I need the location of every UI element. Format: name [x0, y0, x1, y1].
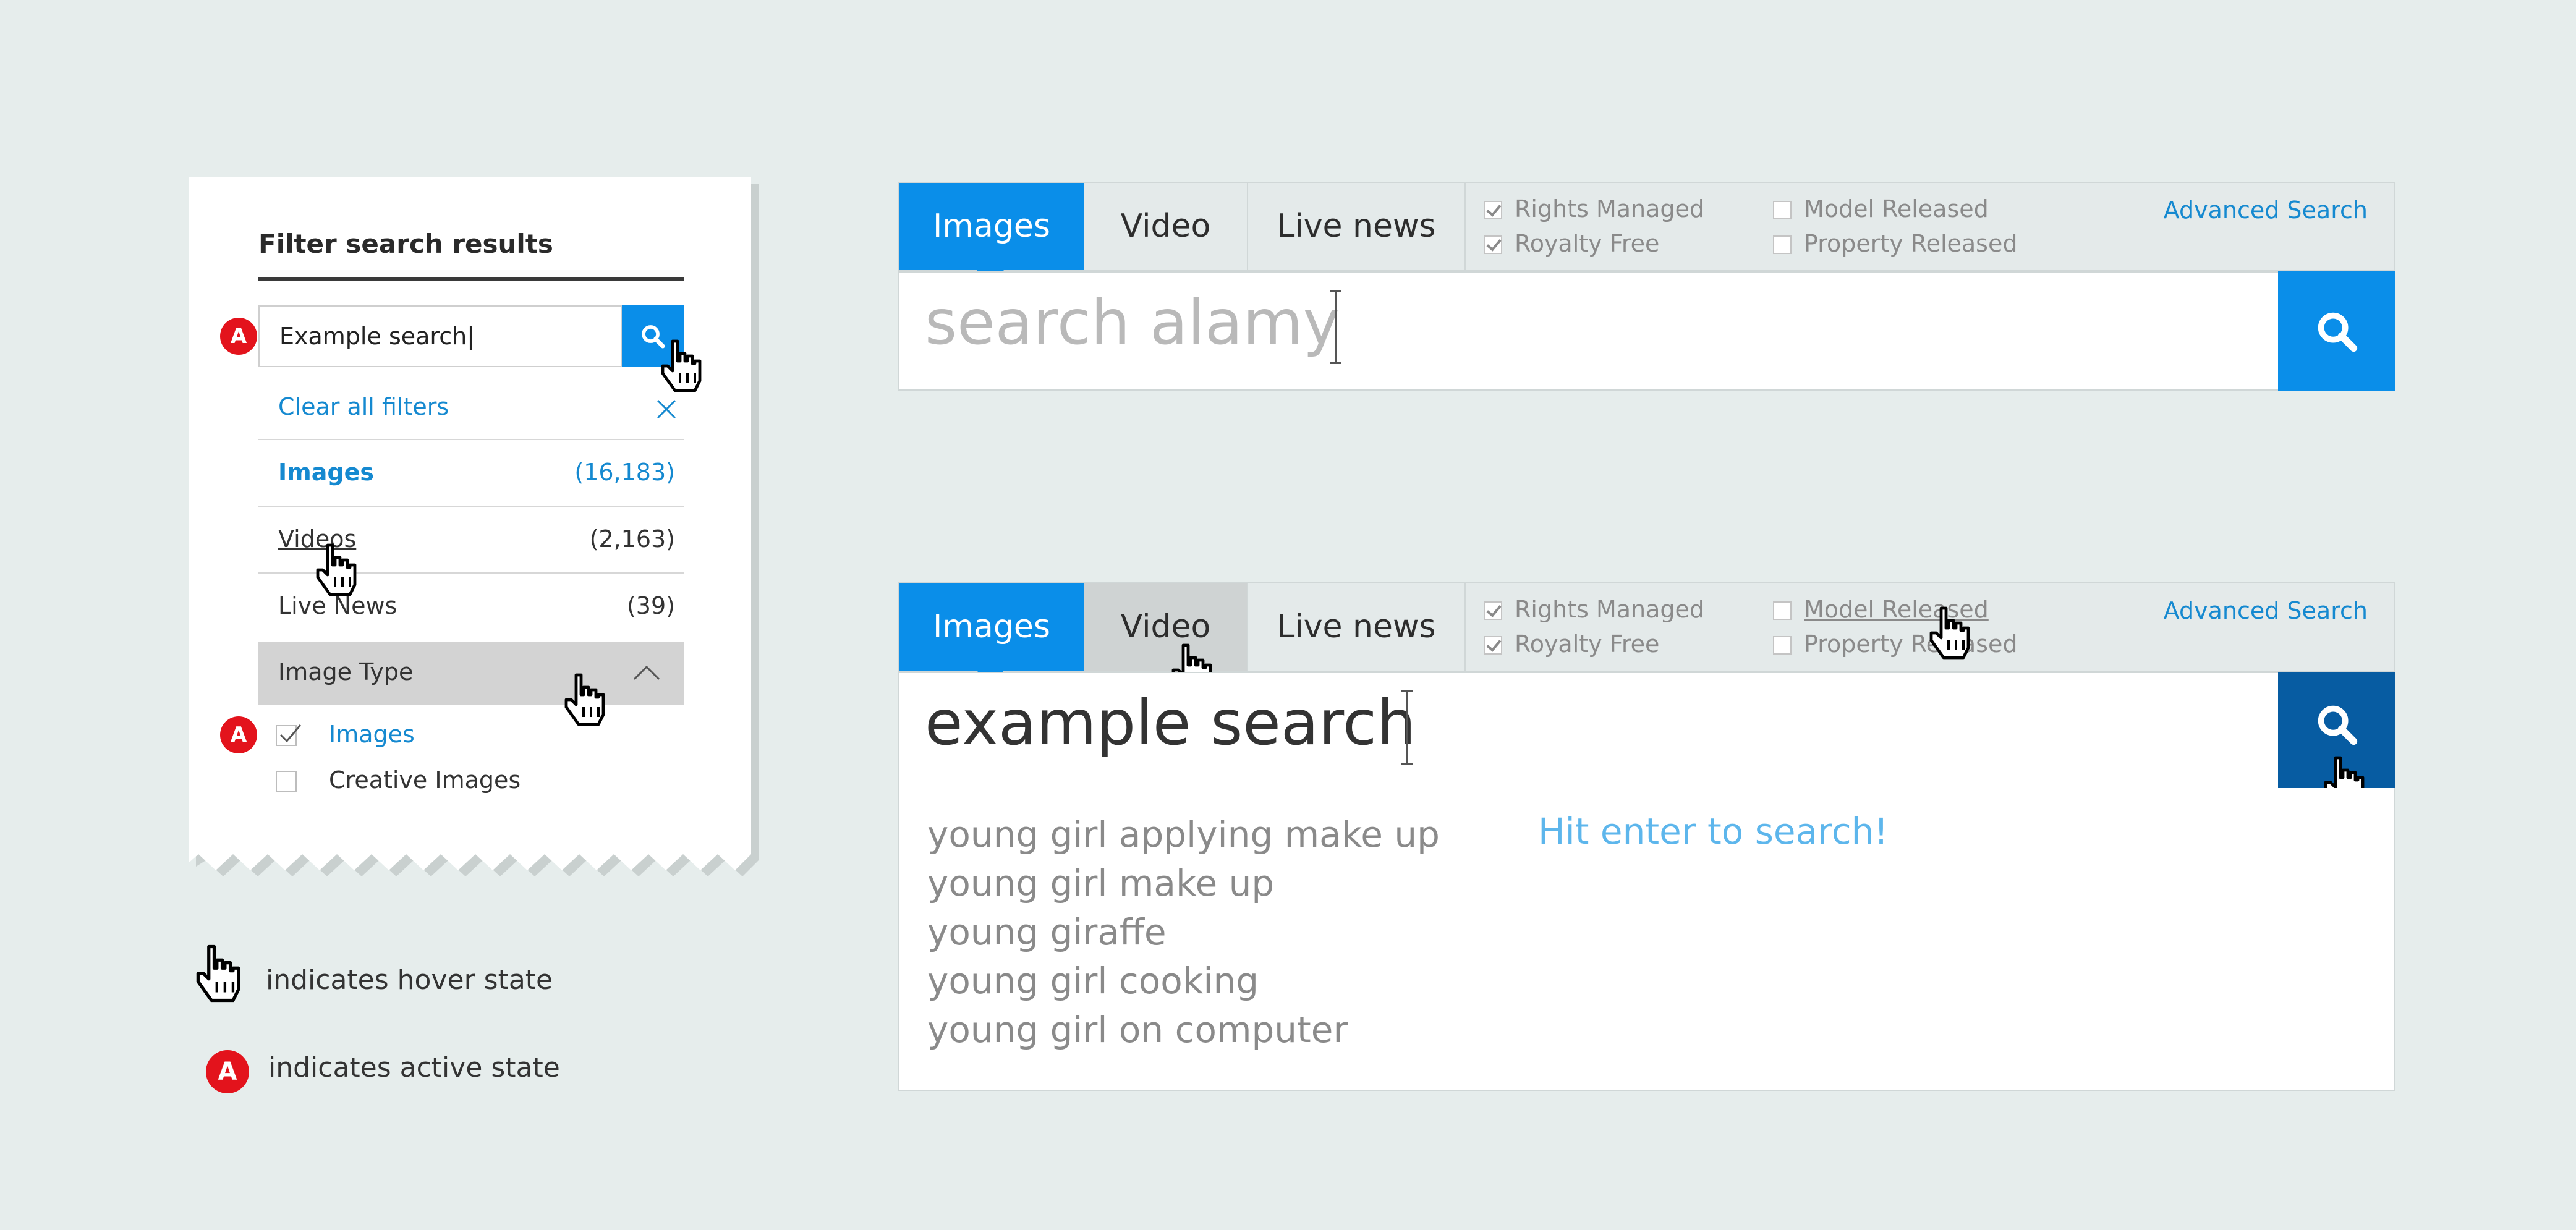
search-options-bar: Images Video Live news Rights Managed Ro…: [898, 182, 2395, 271]
tab-live-news[interactable]: Live news: [1248, 183, 1466, 270]
filter-row-count: (2,163): [589, 525, 675, 553]
title-divider: [258, 277, 684, 281]
suggestion-item[interactable]: young giraffe: [927, 908, 1440, 957]
suggestion-item[interactable]: young girl cooking: [927, 957, 1440, 1006]
option-creative-images-label[interactable]: Creative Images: [329, 766, 521, 794]
hand-cursor-icon: [564, 672, 606, 727]
checkbox-icon[interactable]: [276, 724, 302, 746]
checkbox-icon[interactable]: [1773, 235, 1792, 254]
clear-filters-row[interactable]: Clear all filters: [258, 380, 684, 440]
suggestion-list: young girl applying make up young girl m…: [927, 810, 1440, 1054]
check-label: Rights Managed: [1515, 195, 1705, 223]
advanced-search-link[interactable]: Advanced Search: [2164, 597, 2368, 624]
checkbox-icon[interactable]: [1484, 201, 1502, 219]
close-icon[interactable]: [655, 398, 678, 420]
tab-video[interactable]: Video: [1084, 183, 1248, 270]
section-label: Image Type: [278, 658, 414, 685]
check-rights-managed[interactable]: Rights Managed: [1484, 596, 1704, 623]
tab-video[interactable]: Video: [1084, 583, 1248, 671]
check-label: Property Released: [1804, 630, 2018, 658]
option-images-label[interactable]: Images: [329, 721, 415, 748]
checkbox-icon[interactable]: [276, 771, 297, 792]
check-label: Property Released: [1804, 230, 2018, 257]
advanced-search-link[interactable]: Advanced Search: [2164, 197, 2368, 224]
active-state-badge: A: [206, 1050, 249, 1093]
active-state-badge: A: [220, 716, 257, 753]
filter-row-live-news[interactable]: Live News (39): [258, 574, 684, 639]
checkbox-icon[interactable]: [1484, 636, 1502, 655]
search-icon: [2313, 700, 2361, 749]
check-property-released[interactable]: Property Released: [1773, 630, 2017, 658]
legend-hover-text: indicates hover state: [266, 964, 553, 996]
filter-search-input[interactable]: Example search|: [258, 305, 622, 367]
tab-live-news[interactable]: Live news: [1248, 583, 1466, 671]
search-hint: Hit enter to search!: [1538, 810, 1889, 852]
search-query-text: example search: [925, 687, 1416, 759]
text-cursor-icon: [1401, 690, 1413, 765]
chevron-up-icon: [633, 665, 660, 681]
tab-images[interactable]: Images: [899, 183, 1084, 270]
search-input[interactable]: search alamy: [898, 271, 2278, 391]
image-type-section-header[interactable]: Image Type: [258, 642, 684, 705]
filter-row-label: Live News: [278, 592, 397, 619]
filter-row-count: (16,183): [574, 459, 675, 486]
checkmark-icon: [279, 724, 302, 743]
search-placeholder: search alamy: [925, 286, 1340, 358]
check-royalty-free[interactable]: Royalty Free: [1484, 230, 1659, 257]
tab-images[interactable]: Images: [899, 583, 1084, 671]
text-cursor-icon: [1330, 290, 1341, 364]
check-property-released[interactable]: Property Released: [1773, 230, 2017, 257]
search-options-bar: Images Video Live news Rights Managed Ro…: [898, 582, 2395, 672]
filter-row-label: Images: [278, 459, 374, 486]
checkbox-icon[interactable]: [1484, 601, 1502, 620]
check-model-released[interactable]: Model Released: [1773, 195, 1989, 223]
check-label: Rights Managed: [1515, 596, 1705, 623]
checkbox-icon[interactable]: [1773, 636, 1792, 655]
check-rights-managed[interactable]: Rights Managed: [1484, 195, 1704, 223]
search-button[interactable]: [2278, 271, 2395, 391]
check-royalty-free[interactable]: Royalty Free: [1484, 630, 1659, 658]
panel-torn-edge: [189, 847, 759, 876]
suggestions-dropdown: young girl applying make up young girl m…: [898, 788, 2395, 1091]
hand-cursor-icon: [1929, 606, 1971, 660]
checkbox-icon[interactable]: [1773, 601, 1792, 620]
panel-title: Filter search results: [258, 229, 553, 259]
suggestion-item[interactable]: young girl applying make up: [927, 810, 1440, 859]
active-state-badge: A: [220, 318, 257, 355]
legend-active-text: indicates active state: [268, 1052, 560, 1084]
check-label: Royalty Free: [1515, 230, 1660, 257]
filter-row-count: (39): [626, 592, 675, 619]
suggestion-item[interactable]: young girl make up: [927, 859, 1440, 908]
check-label: Model Released: [1804, 195, 1989, 223]
hand-cursor-icon: [195, 944, 241, 1003]
clear-filters-link[interactable]: Clear all filters: [278, 393, 449, 420]
filter-row-images[interactable]: Images (16,183): [258, 440, 684, 507]
checkbox-icon[interactable]: [1484, 235, 1502, 254]
search-icon: [2313, 307, 2361, 355]
suggestion-item[interactable]: young girl on computer: [927, 1006, 1440, 1054]
check-label: Royalty Free: [1515, 630, 1660, 658]
checkbox-icon[interactable]: [1773, 201, 1792, 219]
search-input[interactable]: example search: [898, 672, 2278, 791]
